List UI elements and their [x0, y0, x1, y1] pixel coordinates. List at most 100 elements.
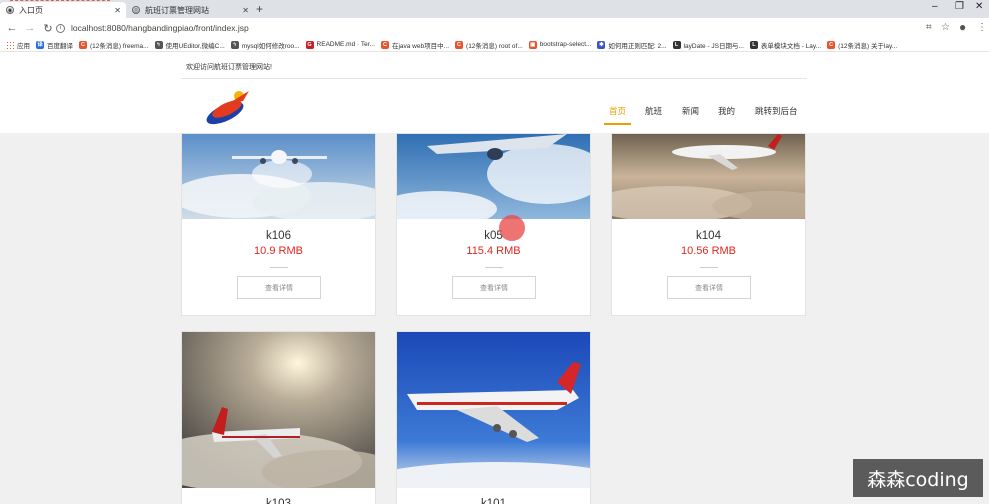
- flight-image[interactable]: [612, 134, 805, 219]
- back-icon[interactable]: ←: [6, 22, 18, 34]
- site-logo[interactable]: [203, 87, 253, 125]
- bookmark-item[interactable]: C (12条消息) 关于lay...: [827, 40, 897, 50]
- flight-price: 10.9 RMB: [254, 245, 303, 257]
- bookmark-icon: C: [79, 40, 87, 49]
- flight-image[interactable]: [182, 332, 375, 488]
- flight-name: k101: [481, 498, 506, 504]
- close-tab-icon[interactable]: ✕: [242, 6, 249, 15]
- nav-admin[interactable]: 跳转到后台: [755, 105, 798, 117]
- translate-icon[interactable]: ⌗: [926, 22, 932, 33]
- tab-title: 航班订票管理网站: [145, 5, 209, 15]
- bookmark-icon: C: [455, 40, 464, 49]
- bookmark-item[interactable]: L 表单模块文档 - Lay...: [749, 40, 822, 50]
- close-window-icon[interactable]: ✕: [975, 1, 983, 12]
- bookmark-icon: ▣: [528, 40, 537, 49]
- divider: [700, 267, 718, 268]
- close-tab-icon[interactable]: ✕: [114, 6, 121, 15]
- flight-image[interactable]: [397, 134, 590, 219]
- browser-tab-bar: ◉ 入口页 ✕ ◎ 航班订票管理网站 ✕ + – ❐ ✕: [0, 0, 989, 18]
- bookmark-icon: C: [827, 40, 836, 49]
- flight-card: k05 115.4 RMB 查看详情: [396, 133, 591, 316]
- divider: [485, 267, 503, 268]
- reload-icon[interactable]: ↻: [42, 22, 54, 35]
- flight-name: k106: [266, 230, 291, 242]
- flight-name: k104: [696, 230, 721, 242]
- bookmark-item[interactable]: G README.md · Ter...: [305, 40, 375, 50]
- bookmark-icon: ϟ: [154, 40, 163, 49]
- globe-icon: ◉: [6, 6, 14, 14]
- view-details-button[interactable]: 查看详情: [667, 276, 751, 299]
- apps-bookmark[interactable]: 应用: [6, 40, 30, 50]
- view-details-button[interactable]: 查看详情: [237, 276, 321, 299]
- url-field[interactable]: i localhost:8080/hangbandingpiao/front/i…: [56, 20, 916, 36]
- apps-label: 应用: [17, 42, 30, 50]
- profile-icon[interactable]: ●: [959, 20, 966, 34]
- nav-home[interactable]: 首页: [604, 105, 632, 125]
- url-text: localhost:8080/hangbandingpiao/front/ind…: [71, 23, 249, 33]
- apps-grid-icon: [6, 40, 14, 49]
- flight-name: k05: [484, 230, 503, 242]
- flight-price: 10.56 RMB: [680, 245, 737, 257]
- bookmark-item[interactable]: ϟ 使用UEditor,微编C...: [154, 40, 225, 50]
- nav-mine[interactable]: 我的: [718, 105, 735, 117]
- bookmark-item[interactable]: ✱ 如何用正则匹配: 2...: [597, 40, 667, 50]
- bookmark-item[interactable]: C (12条消息) freema...: [79, 40, 149, 50]
- flight-image[interactable]: [182, 134, 375, 219]
- globe-icon: ◎: [132, 6, 140, 14]
- bookmark-item[interactable]: C (12条消息) root of...: [455, 40, 523, 50]
- welcome-text: 欢迎访问航班订票管理网站!: [186, 64, 272, 71]
- tab-title: 入口页: [19, 5, 43, 15]
- tab-flight-site[interactable]: ◎ 航班订票管理网站 ✕: [126, 2, 254, 18]
- address-bar-row: ← → ↻ i localhost:8080/hangbandingpiao/f…: [0, 18, 989, 38]
- bookmark-item[interactable]: ▣ bootstrap-select...: [528, 40, 592, 50]
- tab-entry-page[interactable]: ◉ 入口页 ✕: [0, 2, 126, 18]
- bookmark-label: layDate - JS日期与...: [683, 42, 744, 50]
- bookmark-label: (12条消息) root of...: [466, 42, 523, 50]
- cursor-indicator: [499, 215, 525, 241]
- flight-name: k103: [266, 498, 291, 504]
- flight-card: k101: [396, 331, 591, 504]
- flight-image[interactable]: [397, 332, 590, 488]
- watermark: 森森coding: [853, 459, 983, 497]
- site-header: 欢迎访问航班订票管理网站! 首页 航班 新闻 我的 跳转到后台: [0, 52, 989, 133]
- bookmark-icon: C: [380, 40, 389, 49]
- nav-news[interactable]: 新闻: [682, 105, 699, 117]
- bookmark-label: bootstrap-select...: [539, 41, 592, 48]
- tab-marker: [10, 0, 110, 1]
- view-details-button[interactable]: 查看详情: [452, 276, 536, 299]
- bookmark-label: 在java web项目中...: [391, 42, 450, 50]
- forward-icon[interactable]: →: [24, 22, 36, 34]
- bookmark-label: 百度翻译: [47, 42, 73, 50]
- divider: [270, 267, 288, 268]
- bookmark-icon: G: [305, 40, 314, 49]
- star-icon[interactable]: ☆: [941, 22, 950, 33]
- minimize-icon[interactable]: –: [932, 1, 938, 12]
- bookmarks-bar: 应用 译百度翻译 C (12条消息) freema... ϟ 使用UEditor,微编C…: [0, 38, 989, 52]
- bookmark-icon: L: [672, 40, 681, 49]
- new-tab-button[interactable]: +: [256, 2, 263, 16]
- divider: [181, 78, 807, 79]
- bookmark-item[interactable]: 译百度翻译: [36, 40, 73, 50]
- flight-card: k103: [181, 331, 376, 504]
- bookmark-label: (12条消息) 关于lay...: [838, 42, 898, 50]
- bookmark-icon: 译: [36, 40, 44, 49]
- flight-price: 115.4 RMB: [466, 245, 521, 257]
- bookmark-label: (12条消息) freema...: [90, 42, 149, 50]
- flight-card: k104 10.56 RMB 查看详情: [611, 133, 806, 316]
- bookmark-icon: L: [749, 40, 758, 49]
- bookmark-icon: ϟ: [230, 40, 239, 49]
- flight-card: k106 10.9 RMB 查看详情: [181, 133, 376, 316]
- bookmark-item[interactable]: C 在java web项目中...: [380, 40, 450, 50]
- bookmark-label: 如何用正则匹配: 2...: [608, 42, 667, 50]
- bookmark-label: 表单模块文档 - Lay...: [760, 42, 822, 50]
- bookmark-icon: ✱: [597, 40, 606, 49]
- bookmark-label: 使用UEditor,微编C...: [165, 42, 225, 50]
- info-icon[interactable]: i: [56, 23, 65, 33]
- bookmark-item[interactable]: ϟ mysql如何修改roo...: [230, 40, 300, 50]
- bookmark-label: mysql如何修改roo...: [241, 42, 300, 50]
- bookmark-item[interactable]: LlayDate - JS日期与...: [672, 40, 744, 50]
- nav-flights[interactable]: 航班: [645, 105, 662, 117]
- restore-icon[interactable]: ❐: [955, 1, 964, 12]
- bookmark-label: README.md · Ter...: [316, 41, 375, 48]
- menu-icon[interactable]: ⋮: [977, 22, 987, 33]
